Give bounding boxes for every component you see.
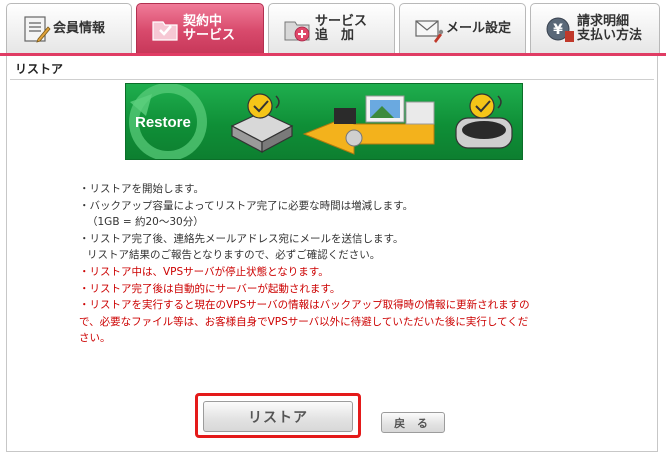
warning-line: ・リストア完了後は自動的にサーバーが起動されます。 [79, 282, 341, 295]
server-disk-icon [455, 93, 513, 149]
page-title: リストア [15, 62, 64, 76]
instruction-line: ・リストアを開始します。 [79, 183, 204, 195]
tab-billing-label-1: 請求明細 [577, 13, 630, 29]
tab-contracted-service-label-2: サービス [183, 27, 236, 43]
mail-settings-icon [415, 20, 444, 43]
instruction-line: ・バックアップ容量によってリストア完了に必要な時間は増減します。 [79, 199, 414, 212]
tab-billing[interactable]: ¥ 請求明細 支払い方法 [530, 3, 660, 53]
member-info-icon [24, 16, 51, 43]
tab-add-service-label-1: サービス [315, 13, 368, 29]
warning-line: ・リストア中は、VPSサーバが停止状態となります。 [79, 265, 329, 278]
warning-line: ・リストアを実行すると現在のVPSサーバの情報はバックアップ取得時の情報に更新さ… [79, 299, 530, 312]
tab-add-service-label-2: 追 加 [315, 27, 355, 43]
tab-member-info-label: 会員情報 [53, 20, 106, 36]
svg-text:¥: ¥ [553, 22, 563, 38]
banner-label: Restore [135, 114, 191, 131]
server-backup-icon [230, 93, 294, 153]
add-service-icon [284, 21, 310, 42]
restore-instructions: ・リストアを開始します。 ・バックアップ容量によってリストア完了に必要な時間は増… [79, 181, 579, 347]
restore-banner: Restore [125, 83, 523, 160]
tab-add-service[interactable]: サービス 追 加 [268, 3, 395, 53]
tab-bar: 会員情報 契約中 サービス サービス 追 加 メール設定 ¥ 請求明細 支払い方… [0, 0, 666, 56]
instruction-line: ・リストア完了後、連絡先メールアドレス宛にメールを送信します。 [79, 232, 404, 245]
instruction-line: リストア結果のご報告となりますので、必ずご確認ください。 [87, 249, 381, 262]
tab-mail-settings[interactable]: メール設定 [399, 3, 526, 53]
restore-button[interactable]: リストア [203, 401, 353, 432]
warning-line: さい。 [79, 332, 111, 345]
billing-icon: ¥ [546, 17, 574, 42]
restore-flow-icon [302, 95, 435, 155]
tab-member-info[interactable]: 会員情報 [6, 3, 132, 53]
contracted-service-icon [152, 21, 178, 41]
tab-contracted-service[interactable]: 契約中 サービス [136, 3, 264, 53]
title-divider [10, 79, 654, 80]
instruction-line: （1GB = 約20～30分） [87, 216, 204, 229]
back-button[interactable]: 戻 る [381, 412, 445, 433]
tab-billing-label-2: 支払い方法 [577, 27, 643, 43]
tab-contracted-service-label-1: 契約中 [183, 13, 223, 29]
warning-line: で、必要なファイル等は、お客様自身でVPSサーバ以外に待避していただいた後に実行… [79, 315, 529, 328]
tab-mail-settings-label: メール設定 [446, 20, 512, 36]
